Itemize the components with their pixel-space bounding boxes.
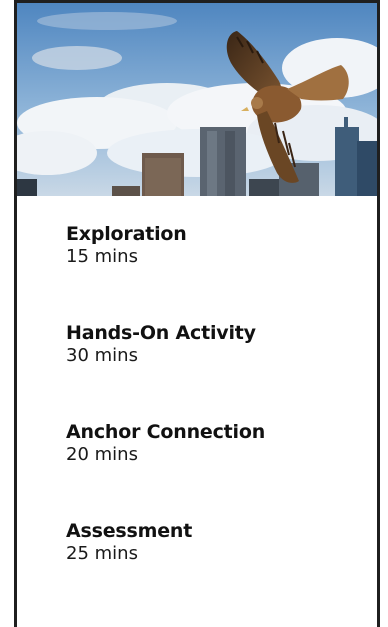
activity-duration: 15 mins	[66, 246, 138, 267]
activity-list: Exploration 15 mins Hands-On Activity 30…	[66, 223, 366, 619]
hero-image	[17, 3, 377, 196]
activity-duration: 30 mins	[66, 345, 138, 366]
activity-title: Exploration	[66, 223, 187, 245]
bird-over-skyline-illustration	[17, 3, 377, 196]
activity-assessment: Assessment 25 mins	[66, 520, 366, 619]
activity-duration: 25 mins	[66, 543, 138, 564]
activity-title: Assessment	[66, 520, 193, 542]
lesson-card: Exploration 15 mins Hands-On Activity 30…	[14, 0, 380, 627]
activity-exploration: Exploration 15 mins	[66, 223, 366, 322]
activity-duration: 20 mins	[66, 444, 138, 465]
activity-anchor-connection: Anchor Connection 20 mins	[66, 421, 366, 520]
activity-title: Hands-On Activity	[66, 322, 256, 344]
activity-title: Anchor Connection	[66, 421, 266, 443]
activity-hands-on: Hands-On Activity 30 mins	[66, 322, 366, 421]
